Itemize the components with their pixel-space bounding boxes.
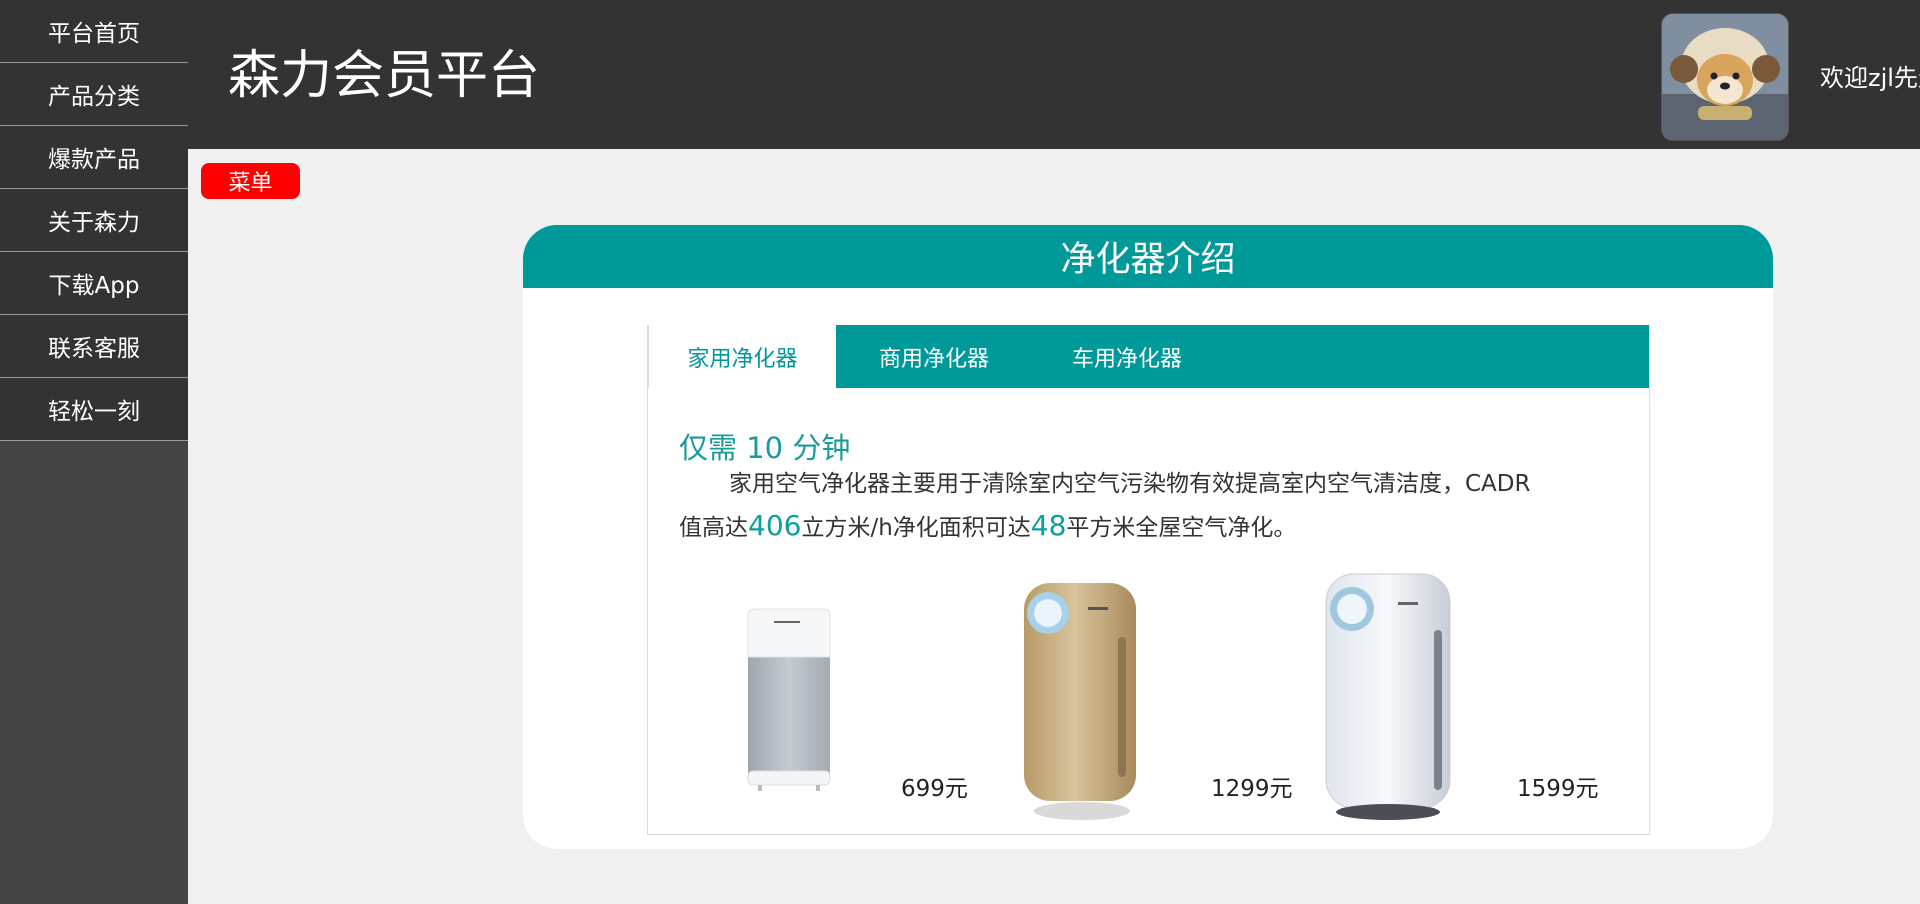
- sidebar-item-relax[interactable]: 轻松一刻: [0, 378, 188, 441]
- sidebar-item-label: 联系客服: [48, 336, 140, 362]
- product-price: 699元: [901, 776, 968, 802]
- sidebar-item-home[interactable]: 平台首页: [0, 0, 188, 63]
- dog-avatar-image: [1662, 14, 1788, 140]
- tab-bar: 家用净化器 商用净化器 车用净化器: [648, 325, 1649, 388]
- description: 家用空气净化器主要用于清除室内空气污染物有效提高室内空气清洁度，CADR值高达4…: [679, 463, 1539, 549]
- product-image-white-silver-purifier[interactable]: [1320, 570, 1455, 824]
- tab-car-purifier[interactable]: 车用净化器: [1032, 325, 1222, 388]
- product-price: 1599元: [1517, 776, 1599, 802]
- sidebar-item-contact[interactable]: 联系客服: [0, 315, 188, 378]
- header: 森力会员平台 欢迎zjl先生: [188, 0, 1920, 149]
- sidebar: 平台首页 产品分类 爆款产品 关于森力 下载App 联系客服 轻松一刻: [0, 0, 188, 904]
- product-image-gold-purifier[interactable]: [1018, 577, 1138, 823]
- product-image-white-purifier[interactable]: [744, 587, 834, 792]
- purifier-intro-card: 净化器介绍 家用净化器 商用净化器 车用净化器 仅需 10 分钟 家用空气净化器…: [523, 225, 1773, 849]
- sidebar-item-label: 关于森力: [48, 210, 140, 236]
- tab-commercial-purifier[interactable]: 商用净化器: [836, 325, 1032, 388]
- avatar[interactable]: [1661, 13, 1789, 141]
- tabs-panel: 家用净化器 商用净化器 车用净化器 仅需 10 分钟 家用空气净化器主要用于清除…: [647, 325, 1650, 835]
- tab-home-purifier[interactable]: 家用净化器: [648, 325, 836, 388]
- sidebar-item-label: 平台首页: [48, 21, 140, 47]
- sidebar-item-label: 轻松一刻: [48, 399, 140, 425]
- cadr-value: 406: [748, 509, 802, 542]
- page-title: 森力会员平台: [228, 46, 541, 106]
- content-heading: 仅需 10 分钟: [679, 431, 851, 465]
- product-price: 1299元: [1211, 776, 1293, 802]
- area-value: 48: [1030, 509, 1067, 542]
- welcome-text: 欢迎zjl先生: [1820, 64, 1920, 92]
- sidebar-item-download-app[interactable]: 下载App: [0, 252, 188, 315]
- desc-text-3: 平方米全屋空气净化。: [1066, 515, 1297, 541]
- desc-text-2: 立方米/h净化面积可达: [801, 515, 1031, 541]
- sidebar-item-label: 下载App: [48, 273, 140, 299]
- sidebar-item-about[interactable]: 关于森力: [0, 189, 188, 252]
- sidebar-item-label: 爆款产品: [48, 147, 140, 173]
- menu-button[interactable]: 菜单: [201, 163, 300, 199]
- sidebar-item-categories[interactable]: 产品分类: [0, 63, 188, 126]
- card-title: 净化器介绍: [523, 225, 1773, 288]
- sidebar-item-hot-products[interactable]: 爆款产品: [0, 126, 188, 189]
- sidebar-item-label: 产品分类: [48, 84, 140, 110]
